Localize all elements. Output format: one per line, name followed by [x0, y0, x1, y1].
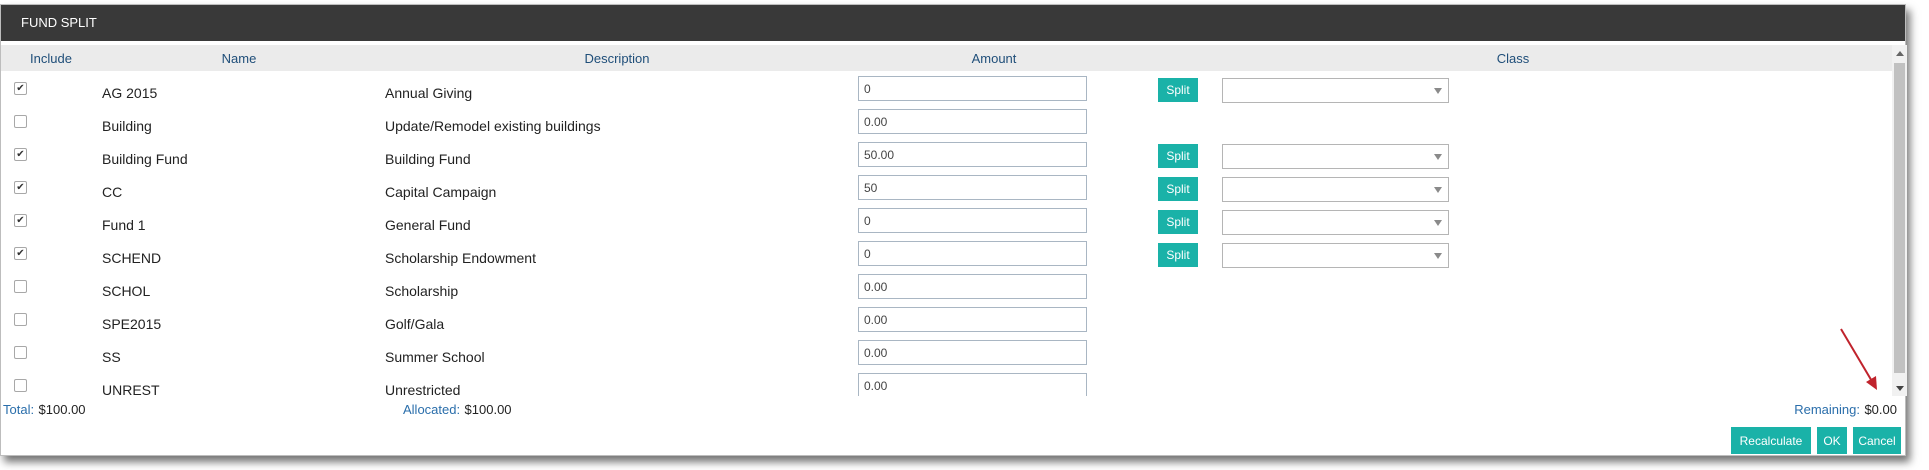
column-header-include: Include	[30, 51, 72, 66]
fund-description: Summer School	[385, 349, 485, 365]
amount-input[interactable]	[858, 142, 1087, 167]
dialog-title: FUND SPLIT	[1, 5, 1905, 41]
fund-name: Fund 1	[102, 217, 146, 233]
scroll-up-icon[interactable]	[1896, 51, 1904, 56]
class-dropdown[interactable]	[1222, 243, 1449, 268]
total-summary: Total: $100.00	[3, 401, 86, 419]
remaining-label: Remaining:	[1794, 402, 1860, 417]
include-checkbox[interactable]: ✔	[14, 181, 27, 194]
fund-description: Annual Giving	[385, 85, 473, 101]
chevron-down-icon	[1434, 253, 1442, 259]
fund-name: CC	[102, 184, 123, 200]
ok-button[interactable]: OK	[1817, 427, 1847, 454]
allocated-label: Allocated:	[403, 402, 461, 417]
fund-description: Building Fund	[385, 151, 471, 167]
column-header-description: Description	[584, 51, 650, 66]
include-checkbox[interactable]	[14, 379, 27, 392]
allocated-summary: Allocated: $100.00	[403, 401, 512, 419]
fund-name: AG 2015	[102, 85, 158, 101]
amount-input[interactable]	[858, 208, 1087, 233]
class-dropdown[interactable]	[1222, 78, 1449, 103]
fund-description: Golf/Gala	[385, 316, 445, 332]
total-label: Total:	[3, 402, 35, 417]
amount-input[interactable]	[858, 340, 1087, 365]
split-button[interactable]: Split	[1158, 243, 1198, 267]
total-value: $100.00	[38, 402, 86, 417]
chevron-down-icon	[1434, 220, 1442, 226]
fund-description: General Fund	[385, 217, 471, 233]
split-button[interactable]: Split	[1158, 177, 1198, 201]
include-checkbox[interactable]: ✔	[14, 214, 27, 227]
fund-split-dialog: FUND SPLIT Include Name Description Amou…	[0, 4, 1907, 456]
fund-name: SS	[102, 349, 121, 365]
include-checkbox[interactable]	[14, 313, 27, 326]
fund-name: SCHOL	[102, 283, 151, 299]
class-dropdown[interactable]	[1222, 210, 1449, 235]
column-header-name: Name	[221, 51, 257, 66]
amount-input[interactable]	[858, 241, 1087, 266]
remaining-summary: Remaining: $0.00	[1794, 401, 1897, 419]
fund-description: Scholarship Endowment	[385, 250, 536, 266]
chevron-down-icon	[1434, 88, 1442, 94]
class-dropdown[interactable]	[1222, 144, 1449, 169]
split-button[interactable]: Split	[1158, 78, 1198, 102]
column-header-class: Class	[1496, 51, 1530, 66]
fund-description: Update/Remodel existing buildings	[385, 118, 601, 134]
annotation-arrow-icon	[1840, 328, 1877, 390]
cancel-button[interactable]: Cancel	[1853, 427, 1901, 454]
amount-input[interactable]	[858, 274, 1087, 299]
fund-name: UNREST	[102, 382, 160, 396]
fund-name: Building Fund	[102, 151, 188, 167]
class-dropdown[interactable]	[1222, 177, 1449, 202]
amount-input[interactable]	[858, 109, 1087, 134]
chevron-down-icon	[1434, 187, 1442, 193]
scroll-thumb[interactable]	[1894, 63, 1905, 373]
fund-description: Unrestricted	[385, 382, 461, 396]
fund-name: SPE2015	[102, 316, 162, 332]
vertical-scrollbar[interactable]	[1892, 45, 1907, 396]
scroll-down-icon[interactable]	[1896, 386, 1904, 391]
amount-input[interactable]	[858, 307, 1087, 332]
fund-table: Include Name Description Amount Class ✔ A…	[1, 45, 1907, 396]
include-checkbox[interactable]: ✔	[14, 247, 27, 260]
column-header-amount: Amount	[971, 51, 1017, 66]
amount-input[interactable]	[858, 76, 1087, 101]
table-header: Include Name Description Amount Class	[1, 45, 1892, 71]
split-button[interactable]: Split	[1158, 210, 1198, 234]
fund-name: SCHEND	[102, 250, 162, 266]
amount-input[interactable]	[858, 175, 1087, 200]
chevron-down-icon	[1434, 154, 1442, 160]
include-checkbox[interactable]: ✔	[14, 148, 27, 161]
fund-description: Scholarship	[385, 283, 459, 299]
include-checkbox[interactable]	[14, 115, 27, 128]
allocated-value: $100.00	[464, 402, 512, 417]
include-checkbox[interactable]	[14, 346, 27, 359]
fund-name: Building	[102, 118, 152, 134]
amount-input[interactable]	[858, 373, 1087, 396]
table-row: UNREST Unrestricted	[1, 373, 1892, 396]
include-checkbox[interactable]: ✔	[14, 82, 27, 95]
include-checkbox[interactable]	[14, 280, 27, 293]
split-button[interactable]: Split	[1158, 144, 1198, 168]
fund-description: Capital Campaign	[385, 184, 497, 200]
remaining-value: $0.00	[1864, 402, 1897, 417]
recalculate-button[interactable]: Recalculate	[1731, 427, 1811, 454]
